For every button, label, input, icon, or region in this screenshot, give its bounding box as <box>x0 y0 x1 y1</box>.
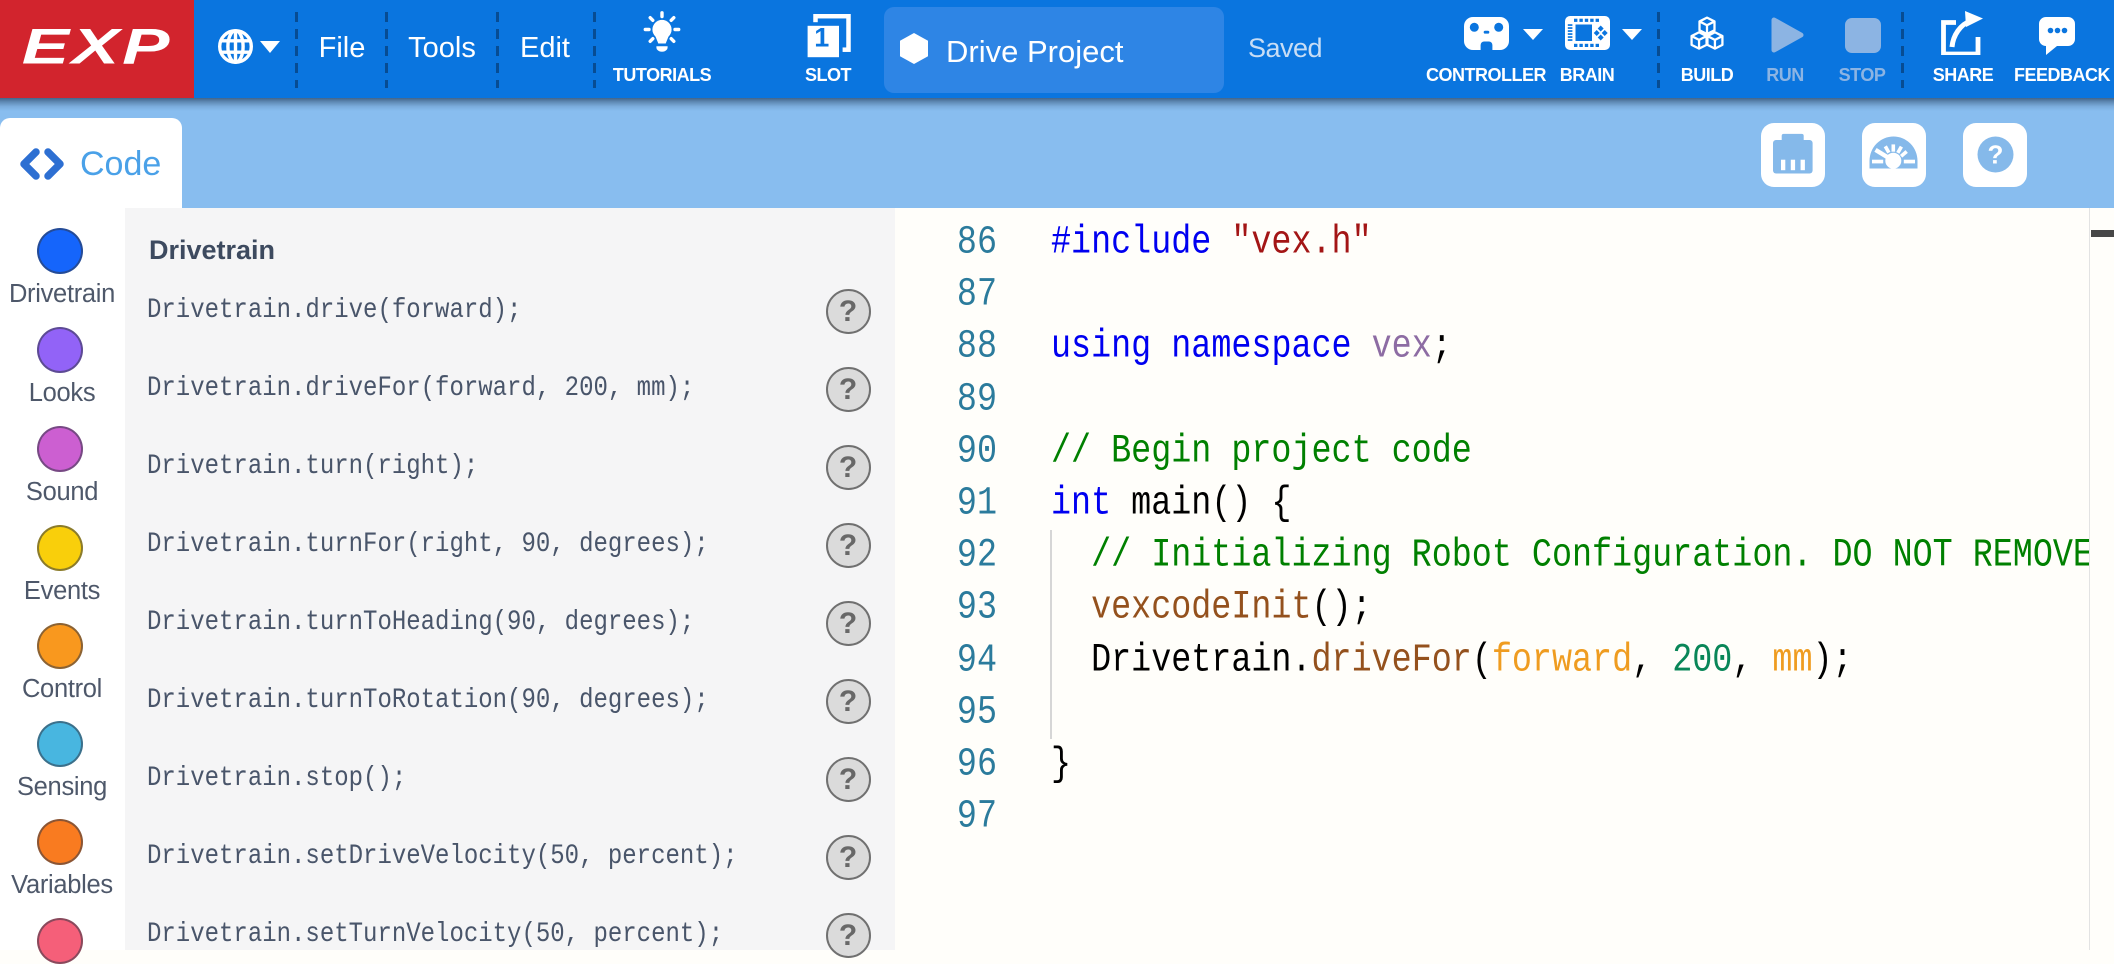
svg-text:1: 1 <box>814 23 829 53</box>
svg-text:?: ? <box>1988 140 2004 170</box>
